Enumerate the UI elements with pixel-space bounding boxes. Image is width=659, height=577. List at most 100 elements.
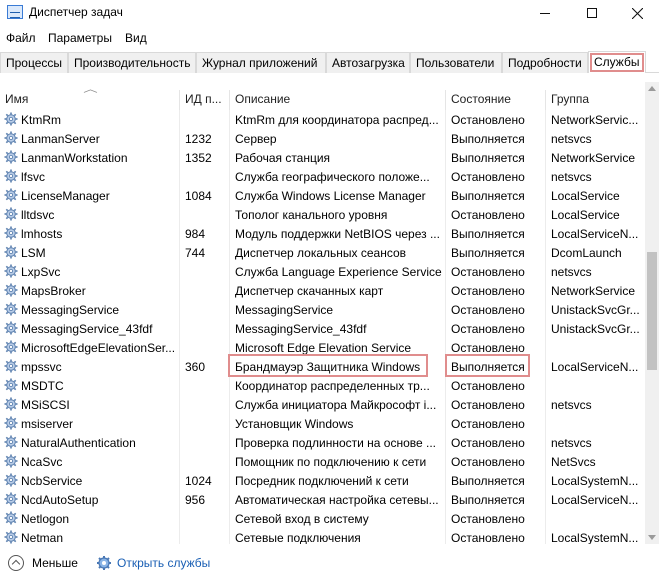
table-row[interactable]: LxpSvc Служба Language Experience Service…	[0, 262, 645, 281]
tab-processes[interactable]: Процессы	[0, 52, 68, 73]
service-gear-icon	[4, 321, 18, 335]
cell-description: Служба географического положе...	[230, 167, 446, 186]
cell-group: netsvcs	[551, 398, 592, 412]
service-gear-icon	[4, 473, 18, 487]
cell-group: LocalServiceN...	[551, 360, 639, 374]
table-row[interactable]: lfsvc Служба географического положе... Ост…	[0, 167, 645, 186]
table-row[interactable]: MSiSCSI Служба инициатора Майкрософт i...…	[0, 395, 645, 414]
table-row[interactable]: NcbService 1024 Посредник подключений к се…	[0, 471, 645, 490]
table-row[interactable]: NaturalAuthentication Проверка подлинност…	[0, 433, 645, 452]
footer: Меньше Открыть службы	[0, 549, 659, 577]
vertical-scrollbar[interactable]	[645, 82, 659, 544]
scroll-down-icon[interactable]	[648, 535, 656, 540]
cell-pid	[180, 110, 230, 129]
table-row[interactable]: LicenseManager 1084 Служба Windows License…	[0, 186, 645, 205]
cell-status: Остановлено	[446, 452, 546, 471]
table-row[interactable]: MapsBroker Диспетчер скачанных карт Остано…	[0, 281, 645, 300]
cell-pid: 984	[180, 224, 230, 243]
cell-status: Остановлено	[446, 319, 546, 338]
cell-pid	[180, 338, 230, 357]
table-row[interactable]: mpssvc 360 Брандмауэр Защитника Windows Вып…	[0, 357, 645, 376]
cell-name: MSiSCSI	[0, 395, 180, 414]
column-header-pid[interactable]: ИД п...	[180, 90, 230, 110]
service-name: MSDTC	[21, 379, 64, 393]
cell-name: LSM	[0, 243, 180, 262]
cell-group: LocalService	[551, 189, 620, 203]
cell-name: lfsvc	[0, 167, 180, 186]
cell-group: netsvcs	[551, 170, 592, 184]
service-gear-icon	[4, 226, 18, 240]
cell-description: Диспетчер скачанных карт	[230, 281, 446, 300]
cell-description: Проверка подлинности на основе ...	[230, 433, 446, 452]
table-row[interactable]: LanmanServer 1232 Сервер Выполняется netsvcs	[0, 129, 645, 148]
column-header-name[interactable]: Имя	[0, 90, 180, 110]
menu-view[interactable]: Вид	[125, 31, 147, 45]
table-row[interactable]: lmhosts 984 Модуль поддержки NetBIOS через…	[0, 224, 645, 243]
cell-description: Диспетчер локальных сеансов	[230, 243, 446, 262]
table-row[interactable]: LSM 744 Диспетчер локальных сеансов Выполня…	[0, 243, 645, 262]
minimize-button[interactable]	[522, 0, 568, 26]
service-name: NaturalAuthentication	[21, 436, 136, 450]
service-gear-icon	[4, 188, 18, 202]
service-name: LicenseManager	[21, 189, 110, 203]
service-gear-icon	[4, 378, 18, 392]
tab-services[interactable]: Службы	[588, 51, 646, 73]
tab-highlight	[590, 53, 644, 72]
cell-description: Автоматическая настройка сетевы...	[230, 490, 446, 509]
cell-pid	[180, 395, 230, 414]
cell-pid	[180, 433, 230, 452]
table-row[interactable]: MessagingService_43fdf MessagingService_4…	[0, 319, 645, 338]
cell-status: Выполняется	[446, 471, 546, 490]
close-button[interactable]	[614, 0, 659, 26]
table-row[interactable]: NcdAutoSetup 956 Автоматическая настройка …	[0, 490, 645, 509]
service-gear-icon	[4, 397, 18, 411]
cell-status: Остановлено	[446, 338, 546, 357]
service-gear-icon	[4, 340, 18, 354]
cell-description: Рабочая станция	[230, 148, 446, 167]
cell-name: NcbService	[0, 471, 180, 490]
table-row[interactable]: NcaSvc Помощник по подключению к сети Оста…	[0, 452, 645, 471]
tab-performance[interactable]: Производительность	[68, 52, 196, 73]
table-row[interactable]: Netlogon Сетевой вход в систему Остановлен…	[0, 509, 645, 528]
table-row[interactable]: lltdsvc Тополог канального уровня Остановл…	[0, 205, 645, 224]
services-gear-icon[interactable]	[96, 555, 112, 571]
table-row[interactable]: msiserver Установщик Windows Остановлено	[0, 414, 645, 433]
service-gear-icon	[4, 454, 18, 468]
tab-app-history[interactable]: Журнал приложений	[196, 52, 326, 73]
column-header-description[interactable]: Описание	[230, 90, 446, 110]
service-name: mpssvc	[21, 360, 62, 374]
tab-startup[interactable]: Автозагрузка	[326, 52, 410, 73]
menu-options[interactable]: Параметры	[48, 31, 112, 45]
table-row[interactable]: Netman Сетевые подключения Остановлено Loca…	[0, 528, 645, 544]
cell-status: Выполняется	[446, 148, 546, 167]
cell-name: KtmRm	[0, 110, 180, 129]
cell-name: LanmanWorkstation	[0, 148, 180, 167]
scroll-up-icon[interactable]	[648, 86, 656, 91]
table-row[interactable]: MSDTC Координатор распределенных тр... Ост…	[0, 376, 645, 395]
cell-group: netsvcs	[551, 436, 592, 450]
table-row[interactable]: MessagingService MessagingService Остановл…	[0, 300, 645, 319]
open-services-link[interactable]: Открыть службы	[117, 556, 210, 570]
cell-status: Остановлено	[446, 528, 546, 544]
menu-file[interactable]: Файл	[6, 31, 36, 45]
service-name: Netman	[21, 531, 64, 544]
table-row[interactable]: MicrosoftEdgeElevationSer... Microsoft Ed…	[0, 338, 645, 357]
cell-description: Microsoft Edge Elevation Service	[230, 338, 446, 357]
cell-pid	[180, 205, 230, 224]
column-header-group[interactable]: Группа	[546, 90, 645, 110]
cell-group: LocalSystemN...	[551, 474, 639, 488]
cell-name: lmhosts	[0, 224, 180, 243]
tab-details[interactable]: Подробности	[502, 52, 588, 73]
maximize-icon	[587, 8, 597, 18]
cell-description: Служба Language Experience Service	[230, 262, 446, 281]
column-header-status[interactable]: Состояние	[446, 90, 546, 110]
fewer-details-link[interactable]: Меньше	[32, 556, 78, 570]
cell-status: Остановлено	[446, 395, 546, 414]
maximize-button[interactable]	[569, 0, 615, 26]
tab-users[interactable]: Пользователи	[410, 52, 502, 73]
table-row[interactable]: KtmRm KtmRm для координатора распред... Ос…	[0, 110, 645, 129]
cell-description: Модуль поддержки NetBIOS через ...	[230, 224, 446, 243]
collapse-icon[interactable]	[8, 555, 24, 571]
table-row[interactable]: LanmanWorkstation 1352 Рабочая станция Выпо…	[0, 148, 645, 167]
scroll-thumb[interactable]	[647, 252, 657, 370]
